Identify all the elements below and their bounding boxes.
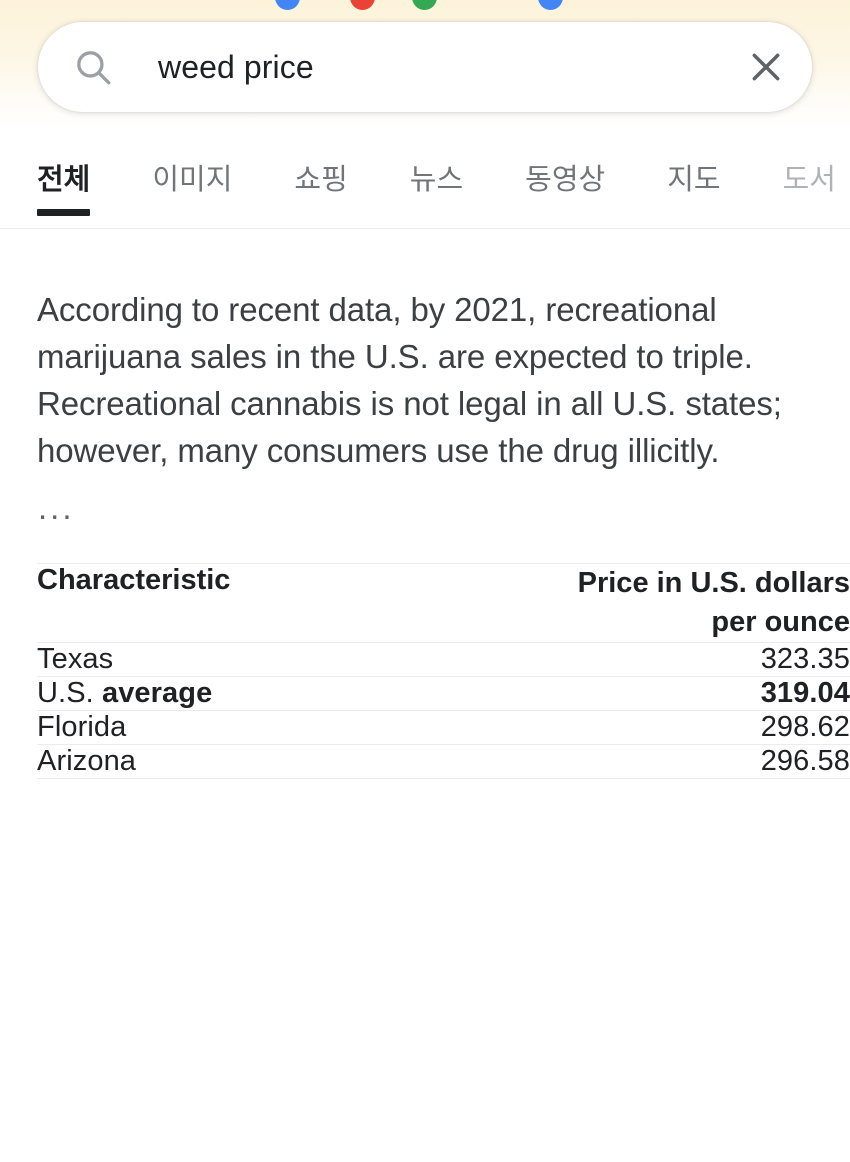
- table-row: U.S. average 319.04: [37, 676, 850, 711]
- column-header-price-line2: per ounce: [711, 606, 850, 638]
- table-body: Texas 323.35 U.S. average 319.04 Florida 298.…: [37, 642, 850, 779]
- row-label: Texas: [37, 643, 114, 675]
- tabs-bottom-border: [0, 228, 850, 229]
- table-bottom-divider: [37, 778, 850, 779]
- row-label-prefix: U.S.: [37, 677, 102, 709]
- tab-1[interactable]: 전체: [37, 148, 91, 216]
- tab-label: 쇼핑: [294, 164, 348, 196]
- tab-7[interactable]: 도서: [783, 148, 836, 198]
- tab-label: 지도: [667, 164, 721, 196]
- row-value: 298.62: [760, 711, 850, 743]
- row-label: Arizona: [37, 745, 137, 777]
- row-label-emphasis: average: [101, 677, 213, 709]
- row-label: Florida: [37, 711, 127, 743]
- column-header-price: Price in U.S. dollars per ounce: [467, 564, 850, 643]
- active-tab-underline: [37, 209, 91, 216]
- tab-label: 뉴스: [409, 164, 464, 196]
- results-content: According to recent data, by 2021, recre…: [0, 228, 850, 779]
- column-header-price-line1: Price in U.S. dollars: [577, 567, 850, 599]
- table-row: Texas 323.35: [37, 642, 850, 677]
- row-value: 323.35: [760, 643, 850, 675]
- table-row: Florida 298.62: [37, 710, 850, 745]
- tab-5[interactable]: 동영상: [525, 148, 605, 198]
- row-value: 319.04: [760, 677, 850, 709]
- snippet-ellipsis[interactable]: ...: [0, 474, 850, 528]
- search-bar[interactable]: weed price: [38, 22, 812, 112]
- price-data-table: Characteristic Price in U.S. dollars per…: [37, 564, 850, 778]
- table-head: Characteristic Price in U.S. dollars per…: [37, 564, 850, 643]
- featured-snippet-text: According to recent data, by 2021, recre…: [37, 291, 782, 469]
- logo-dot-green: [412, 0, 437, 10]
- search-tabs[interactable]: 전체 이미지 쇼핑 뉴스 동영상 지도 도서: [0, 148, 850, 228]
- search-bar-container[interactable]: weed price: [38, 22, 812, 112]
- column-header-characteristic: Characteristic: [37, 564, 231, 596]
- tab-3[interactable]: 쇼핑: [294, 148, 347, 198]
- logo-dot-blue-1: [275, 0, 300, 10]
- close-icon[interactable]: [746, 47, 786, 87]
- tab-label: 이미지: [152, 164, 233, 196]
- search-icon: [72, 46, 114, 88]
- table-row: Arizona 296.58: [37, 744, 850, 779]
- logo-dot-red: [350, 0, 375, 10]
- tab-label: 전체: [37, 164, 91, 196]
- search-input[interactable]: weed price: [158, 49, 746, 86]
- tab-label: 도서: [782, 164, 836, 196]
- table-header-row: Characteristic Price in U.S. dollars per…: [37, 564, 850, 643]
- row-label: U.S. average: [37, 677, 467, 711]
- tab-2[interactable]: 이미지: [152, 148, 232, 198]
- row-value: 296.58: [760, 745, 850, 777]
- logo-dot-blue-2: [538, 0, 563, 10]
- tab-6[interactable]: 지도: [667, 148, 720, 198]
- tab-label: 동영상: [525, 164, 606, 196]
- google-logo-crop: [0, 0, 850, 14]
- tab-4[interactable]: 뉴스: [410, 148, 463, 198]
